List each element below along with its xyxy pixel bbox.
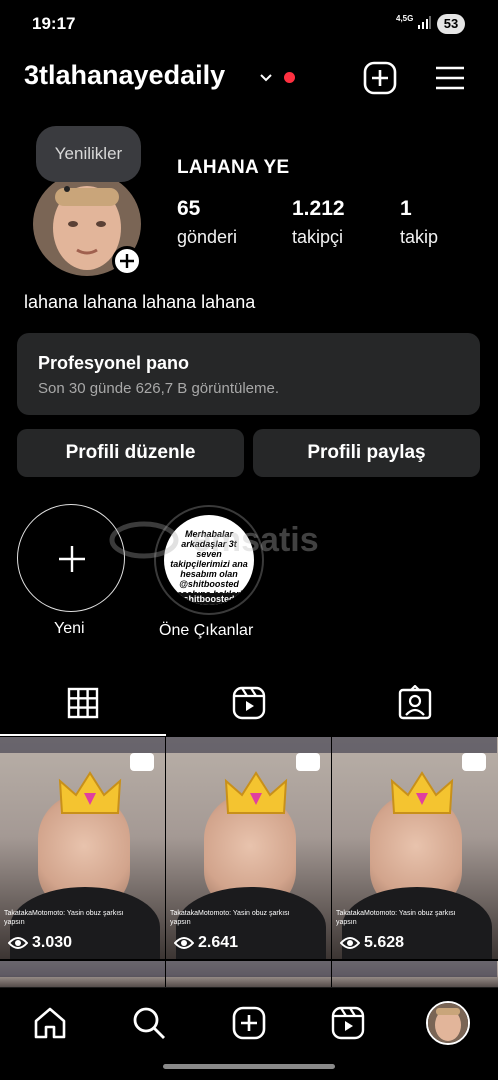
profile-tab-avatar[interactable]: [426, 1001, 470, 1045]
stat-label: takip: [400, 227, 439, 247]
dashboard-title: Profesyonel pano: [38, 353, 190, 373]
network-type: 4,5G: [396, 14, 414, 23]
active-tab-indicator: [0, 734, 166, 736]
post-tile[interactable]: TakatakaMotomoto: Yasin obuz şarkısı yap…: [332, 737, 498, 959]
watermark-text: emsatis: [192, 521, 319, 559]
stat-followers[interactable]: 1.212 takipçi: [292, 197, 345, 248]
gesture-bar[interactable]: [163, 1064, 335, 1069]
play-icon: [462, 753, 486, 771]
view-count: 3.030: [7, 934, 73, 952]
chevron-down-icon[interactable]: [258, 70, 274, 86]
professional-dashboard[interactable]: Profesyonel pano Son 30 günde 626,7 B gö…: [17, 333, 480, 415]
dashboard-subtitle: Son 30 günde 626,7 B görüntüleme.: [38, 380, 280, 397]
live-chat-text: TakatakaMotomoto: Yasin obuz şarkısı yap…: [170, 910, 290, 926]
view-count: 2.641: [173, 934, 239, 952]
new-highlight-label: Yeni: [54, 620, 85, 637]
stat-label: takipçi: [292, 227, 344, 247]
plus-square-icon[interactable]: [231, 1005, 267, 1041]
watermark-logo: emsatis: [106, 518, 396, 562]
post-grid: TakatakaMotomoto: Yasin obuz şarkısı yap…: [0, 737, 498, 987]
eye-icon: [339, 937, 361, 949]
stat-following[interactable]: 1 takip: [400, 197, 438, 248]
view-count-value: 3.030: [32, 934, 73, 951]
grid-icon[interactable]: [65, 685, 101, 721]
live-chat-text: TakatakaMotomoto: Yasin obuz şarkısı yap…: [4, 910, 124, 926]
plus-icon: [120, 254, 134, 268]
highlight-cover-strip: shitboosted: [164, 593, 254, 605]
profile-bio: lahana lahana lahana lahana: [24, 292, 256, 312]
view-count: 5.628: [339, 934, 405, 952]
post-tile[interactable]: TakatakaMotomoto: Yasin obuz şarkısı yap…: [0, 737, 165, 959]
edit-profile-button[interactable]: Profili düzenle: [17, 429, 244, 477]
notes-tooltip[interactable]: Yenilikler: [36, 126, 141, 182]
live-chat-text: TakatakaMotomoto: Yasin obuz şarkısı yap…: [336, 910, 456, 926]
post-tile[interactable]: [166, 961, 331, 987]
display-name: LAHANA YE: [177, 157, 290, 178]
stat-posts[interactable]: 65 gönderi: [177, 197, 237, 248]
reels-icon[interactable]: [231, 685, 267, 721]
post-tile[interactable]: [332, 961, 498, 987]
add-story-button[interactable]: [112, 246, 142, 276]
share-profile-button[interactable]: Profili paylaş: [253, 429, 480, 477]
post-tile[interactable]: [0, 961, 165, 987]
home-icon[interactable]: [32, 1005, 68, 1041]
tagged-icon[interactable]: [397, 685, 433, 721]
view-count-value: 2.641: [198, 934, 239, 951]
plus-square-icon[interactable]: [362, 60, 398, 96]
stat-value: 65: [177, 197, 201, 220]
crown-icon: [390, 771, 454, 814]
search-icon[interactable]: [131, 1005, 167, 1041]
stat-value: 1: [400, 197, 412, 220]
stat-value: 1.212: [292, 197, 345, 220]
eye-icon: [173, 937, 195, 949]
eye-icon: [7, 937, 29, 949]
post-tile[interactable]: TakatakaMotomoto: Yasin obuz şarkısı yap…: [166, 737, 331, 959]
signal-icon: [418, 16, 431, 29]
plus-icon: [59, 546, 85, 572]
status-bar: 19:17 4,5G 53: [0, 0, 498, 48]
reels-icon[interactable]: [330, 1005, 366, 1041]
crown-icon: [58, 771, 122, 814]
tooltip-dot: [64, 186, 70, 192]
view-count-value: 5.628: [364, 934, 405, 951]
notification-dot: [284, 72, 295, 83]
play-icon: [296, 753, 320, 771]
account-username[interactable]: 3tlahanayedaily: [24, 60, 225, 91]
play-icon: [130, 753, 154, 771]
highlight-label: Öne Çıkanlar: [159, 622, 254, 639]
status-time: 19:17: [32, 14, 76, 33]
battery-indicator: 53: [437, 14, 465, 34]
stat-label: gönderi: [177, 227, 238, 247]
hamburger-menu-icon[interactable]: [432, 60, 468, 96]
crown-icon: [224, 771, 288, 814]
